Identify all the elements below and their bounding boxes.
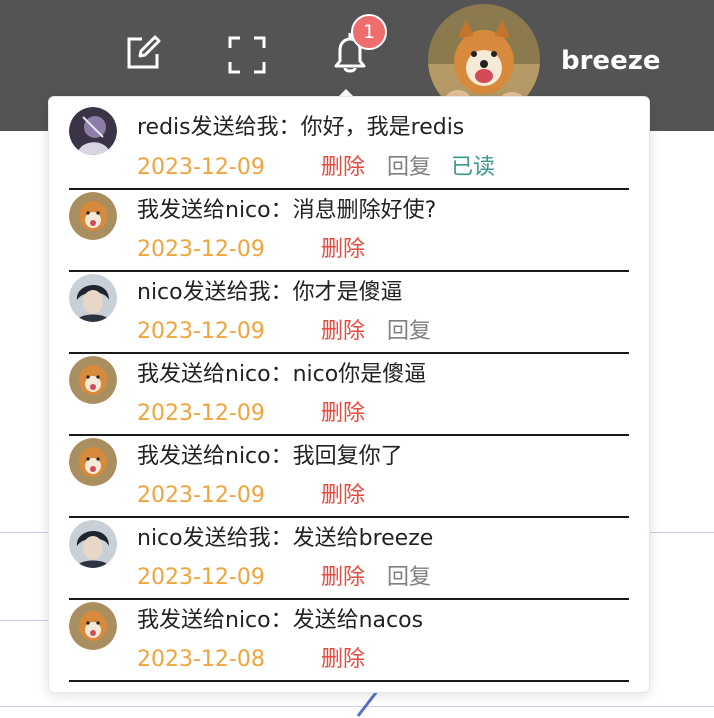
delete-button[interactable]: 删除 [321, 317, 365, 347]
delete-button[interactable]: 删除 [321, 563, 365, 593]
sender-avatar [69, 438, 117, 486]
sender-avatar [69, 274, 117, 322]
background-grid-line [0, 620, 48, 621]
delete-button[interactable]: 删除 [321, 399, 365, 429]
background-grid-line [0, 532, 48, 533]
message-date: 2023-12-08 [137, 647, 265, 672]
notification-popover: redis发送给我：你好，我是redis 2023-12-09 删除 回复 已读… [48, 96, 650, 693]
sender-avatar [69, 356, 117, 404]
delete-button[interactable]: 删除 [321, 645, 365, 675]
username-label[interactable]: breeze [561, 44, 660, 78]
message-text: 我发送给nico：消息删除好使? [137, 198, 437, 223]
message-item: 我发送给nico：我回复你了 2023-12-09 删除 [69, 436, 629, 518]
reply-button[interactable]: 回复 [387, 317, 431, 347]
fullscreen-icon[interactable] [228, 36, 266, 74]
message-item: nico发送给我：发送给breeze 2023-12-09 删除 回复 [69, 518, 629, 600]
message-item: 我发送给nico：发送给nacos 2023-12-08 删除 [69, 600, 629, 682]
notification-count-badge: 1 [351, 14, 387, 50]
message-date: 2023-12-09 [137, 319, 265, 344]
message-text: redis发送给我：你好，我是redis [137, 115, 465, 140]
sender-avatar [69, 107, 117, 155]
reply-button[interactable]: 回复 [387, 153, 431, 183]
message-item: nico发送给我：你才是傻逼 2023-12-09 删除 回复 [69, 272, 629, 354]
reply-button[interactable]: 回复 [387, 563, 431, 593]
message-item: 我发送给nico：消息删除好使? 2023-12-09 删除 [69, 190, 629, 272]
message-date: 2023-12-09 [137, 483, 265, 508]
sender-avatar [69, 520, 117, 568]
message-date: 2023-12-09 [137, 155, 265, 180]
message-item: 我发送给nico：nico你是傻逼 2023-12-09 删除 [69, 354, 629, 436]
sender-avatar [69, 602, 117, 650]
message-text: nico发送给我：发送给breeze [137, 526, 434, 551]
background-grid-line [650, 532, 714, 533]
message-text: 我发送给nico：nico你是傻逼 [137, 362, 427, 387]
message-text: 我发送给nico：我回复你了 [137, 444, 403, 469]
edit-icon[interactable] [124, 34, 162, 72]
message-date: 2023-12-09 [137, 237, 265, 262]
message-date: 2023-12-09 [137, 565, 265, 590]
message-text: nico发送给我：你才是傻逼 [137, 280, 403, 305]
message-date: 2023-12-09 [137, 401, 265, 426]
delete-button[interactable]: 删除 [321, 481, 365, 511]
delete-button[interactable]: 删除 [321, 235, 365, 265]
message-item: redis发送给我：你好，我是redis 2023-12-09 删除 回复 已读 [69, 97, 629, 190]
delete-button[interactable]: 删除 [321, 153, 365, 183]
message-text: 我发送给nico：发送给nacos [137, 608, 424, 633]
mark-read-button[interactable]: 已读 [451, 153, 495, 183]
sender-avatar [69, 192, 117, 240]
